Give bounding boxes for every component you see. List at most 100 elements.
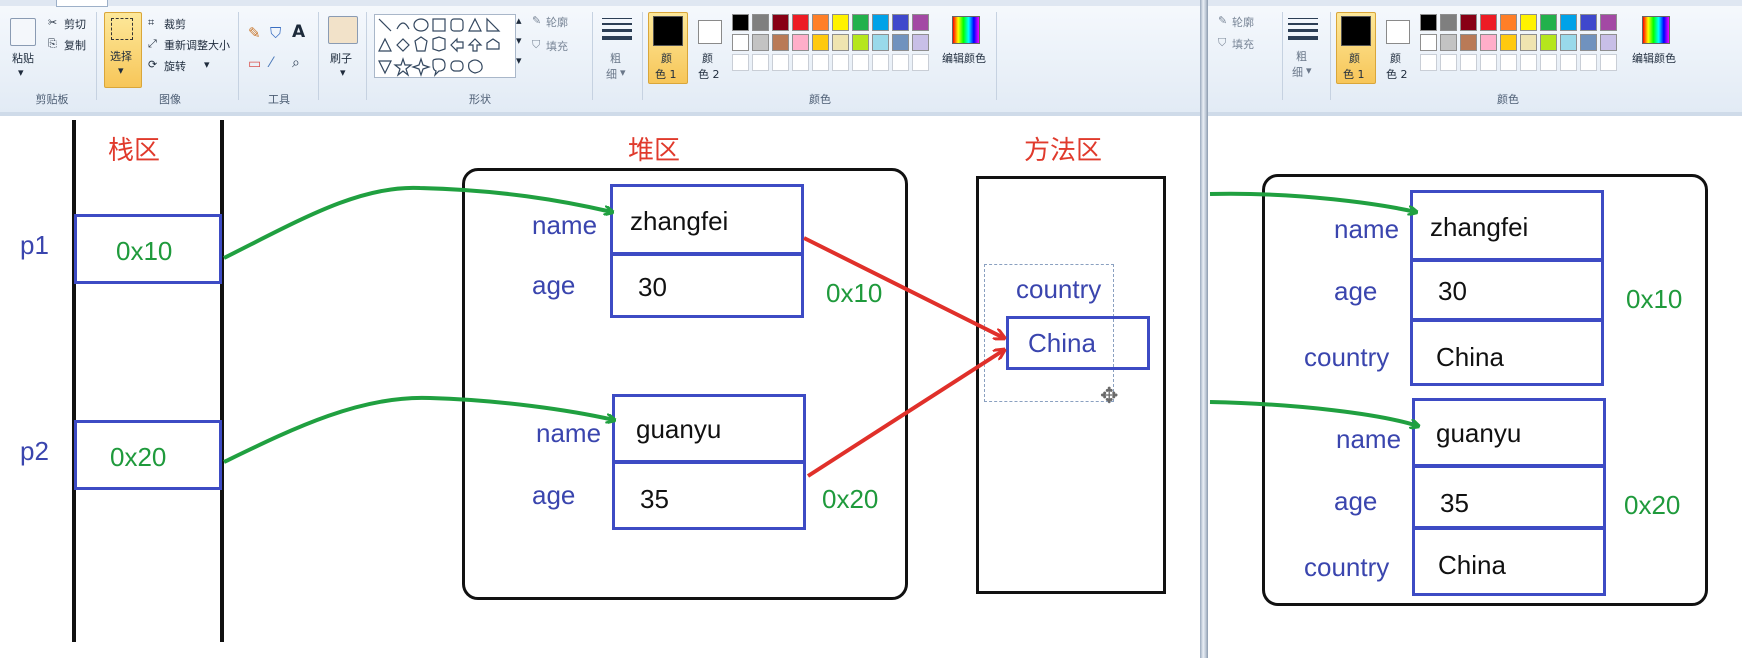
eraser-icon[interactable]: ▭ [248,56,261,72]
paste-dropdown-arrow[interactable]: ▾ [18,66,24,79]
size-icon[interactable] [602,16,632,40]
color-swatch[interactable] [1460,34,1477,51]
tab-home[interactable] [56,0,108,7]
color-swatch[interactable] [1580,34,1597,51]
color-swatch[interactable] [1500,54,1517,71]
color-swatch[interactable] [832,54,849,71]
color-swatch[interactable] [912,14,929,31]
outline-button[interactable]: 轮廓 [1232,14,1254,30]
brushes-dropdown-arrow[interactable]: ▾ [340,66,346,79]
cut-button[interactable]: 剪切 [64,16,86,32]
text-tool-icon[interactable]: A [292,22,305,42]
copy-icon[interactable]: ⎘ [48,37,57,51]
magnifier-icon[interactable]: ⌕ [292,55,300,71]
fill-icon[interactable]: ⛉ [532,38,540,52]
brushes-button[interactable]: 刷子 [330,50,352,66]
color-swatch[interactable] [752,14,769,31]
color-swatch[interactable] [1480,54,1497,71]
color-swatch[interactable] [1540,34,1557,51]
color-swatch[interactable] [852,34,869,51]
fill-button[interactable]: 填充 [546,38,568,54]
color-swatch[interactable] [1420,34,1437,51]
color-swatch[interactable] [1480,34,1497,51]
rotate-dropdown-arrow[interactable]: ▾ [204,58,210,71]
color-swatch[interactable] [752,54,769,71]
color-swatch[interactable] [1520,14,1537,31]
color-swatch[interactable] [872,34,889,51]
color-swatch[interactable] [772,14,789,31]
crop-button[interactable]: 裁剪 [164,16,186,32]
fill-icon[interactable]: ⛉ [1218,36,1226,50]
color-swatch[interactable] [832,14,849,31]
color-swatch[interactable] [1440,14,1457,31]
color-swatch[interactable] [1420,14,1437,31]
color-swatch[interactable] [812,54,829,71]
color-swatch[interactable] [812,14,829,31]
paint-canvas[interactable]: name zhangfei age 30 country China 0x10 … [1208,116,1742,658]
brush-icon[interactable] [328,16,358,44]
color-swatch[interactable] [1580,54,1597,71]
color-swatch[interactable] [912,54,929,71]
color-swatch[interactable] [1580,14,1597,31]
color2-swatch[interactable] [698,20,722,44]
color-swatch[interactable] [732,14,749,31]
color-swatch[interactable] [1560,34,1577,51]
rotate-icon[interactable]: ⟳ [148,58,157,71]
color-swatch[interactable] [1480,14,1497,31]
resize-icon[interactable]: ⤢ [148,37,157,51]
color-swatch[interactable] [1440,34,1457,51]
color-swatch[interactable] [892,54,909,71]
select-dropdown-arrow[interactable]: ▾ [118,64,124,77]
color2-swatch[interactable] [1386,20,1410,44]
outline-icon[interactable]: ✎ [532,14,541,27]
size-icon[interactable] [1288,16,1318,40]
color-swatch[interactable] [852,54,869,71]
resize-button[interactable]: 重新调整大小 [164,37,230,53]
color-swatch[interactable] [832,34,849,51]
color-swatch[interactable] [872,14,889,31]
color-swatch[interactable] [1500,14,1517,31]
fill-bucket-icon[interactable]: ⛉ [270,24,281,42]
outline-button[interactable]: 轮廓 [546,14,568,30]
crop-icon[interactable]: ⌗ [148,16,154,30]
color-swatch[interactable] [872,54,889,71]
shapes-scroll-down[interactable]: ▾ [516,34,522,47]
color-swatch[interactable] [1600,14,1617,31]
color-swatch[interactable] [1460,54,1477,71]
edit-colors-icon[interactable] [1642,16,1670,44]
rotate-button[interactable]: 旋转 [164,58,186,74]
color-swatch[interactable] [732,54,749,71]
color-swatch[interactable] [1560,54,1577,71]
color-swatch[interactable] [1600,34,1617,51]
shapes-gallery[interactable] [374,14,516,78]
paste-icon[interactable] [10,18,36,46]
color-picker-icon[interactable]: ⁄ [270,55,272,71]
color-palette[interactable] [1420,14,1630,78]
paste-button[interactable]: 粘贴 [12,50,34,66]
color-swatch[interactable] [1500,34,1517,51]
color-swatch[interactable] [1520,54,1537,71]
size-dropdown-arrow[interactable]: ▾ [620,66,626,79]
color-swatch[interactable] [732,34,749,51]
color-swatch[interactable] [1600,54,1617,71]
color-swatch[interactable] [1560,14,1577,31]
color-swatch[interactable] [792,34,809,51]
cut-icon[interactable]: ✂ [48,16,57,29]
color-palette[interactable] [732,14,942,78]
color-swatch[interactable] [772,54,789,71]
color-swatch[interactable] [792,54,809,71]
color-swatch[interactable] [772,34,789,51]
color-swatch[interactable] [1420,54,1437,71]
pencil-icon[interactable]: ✎ [248,24,261,42]
size-dropdown-arrow[interactable]: ▾ [1306,64,1312,77]
edit-colors-icon[interactable] [952,16,980,44]
color-swatch[interactable] [852,14,869,31]
paint-canvas[interactable]: 栈区 堆区 方法区 p1 0x10 p2 0x20 name zhangfei … [0,116,1200,658]
color-swatch[interactable] [792,14,809,31]
color-swatch[interactable] [892,34,909,51]
color-swatch[interactable] [1540,14,1557,31]
color-swatch[interactable] [752,34,769,51]
color-swatch[interactable] [1540,54,1557,71]
shapes-expand[interactable]: ▾ [516,54,522,67]
color-swatch[interactable] [812,34,829,51]
